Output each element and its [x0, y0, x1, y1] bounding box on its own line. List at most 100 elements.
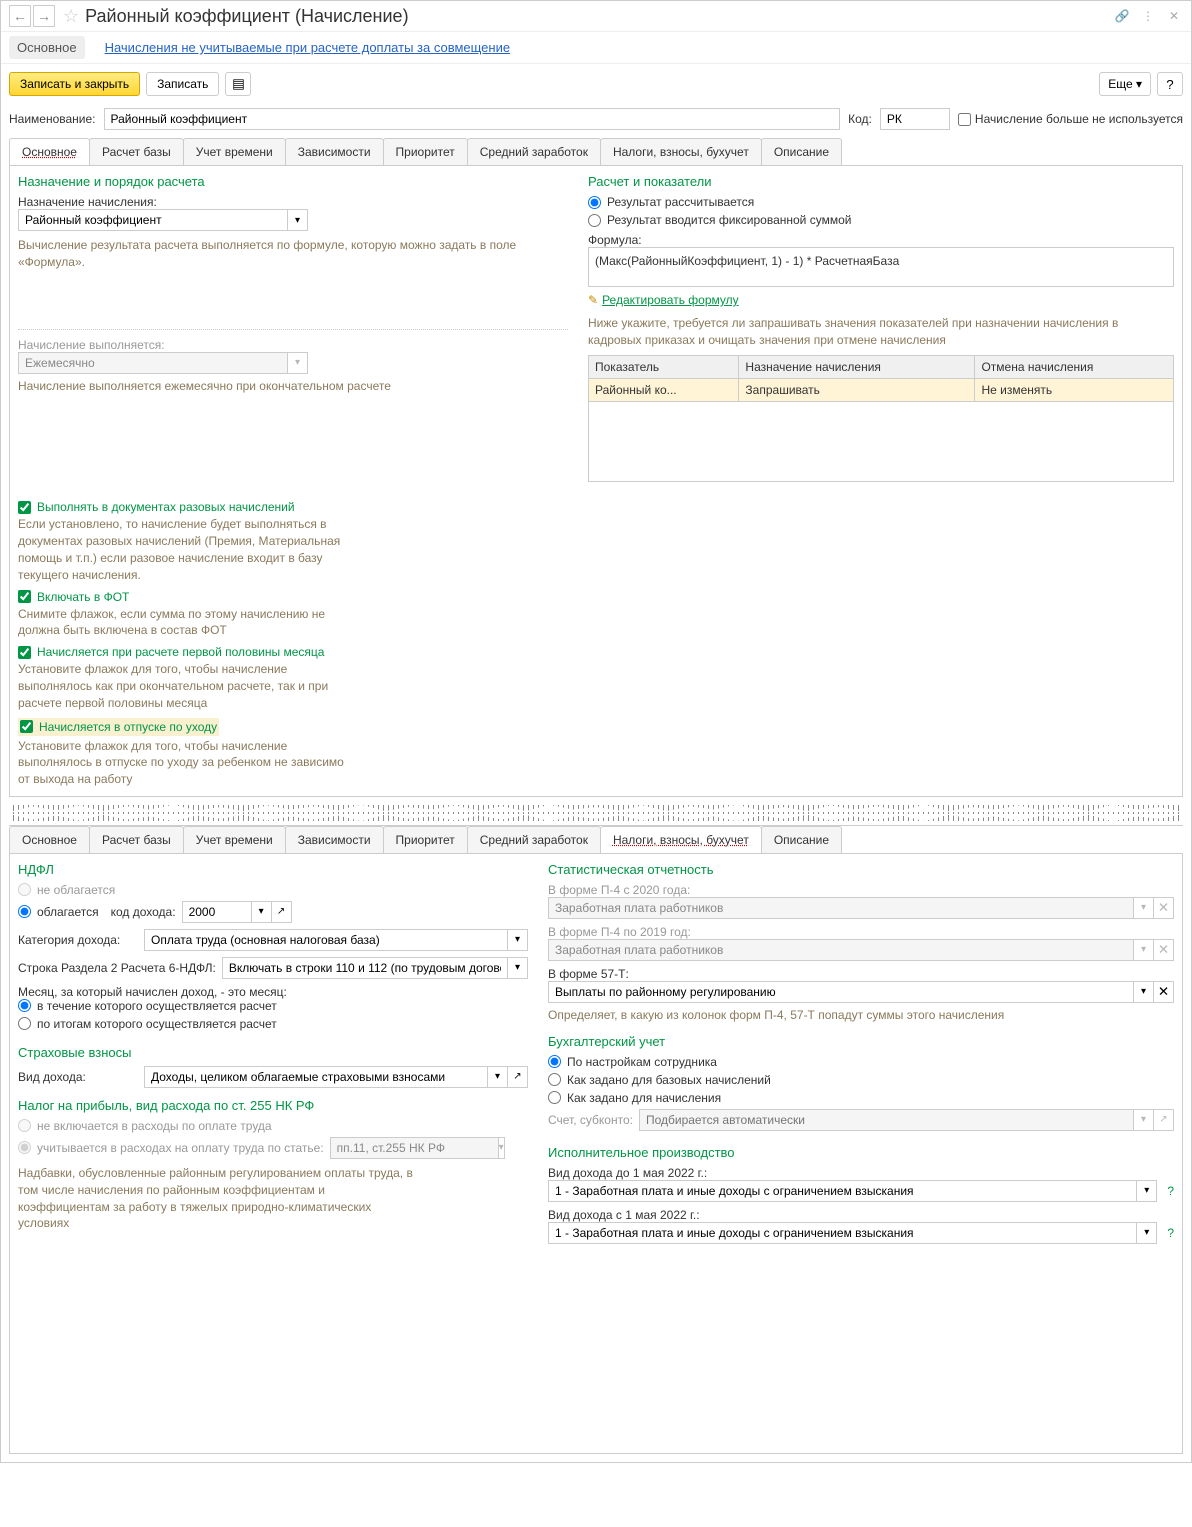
stat-hint: Определяет, в какую из колонок форм П-4,…	[548, 1007, 1174, 1024]
ins-type-select[interactable]	[144, 1066, 488, 1088]
name-input[interactable]	[104, 108, 841, 130]
radio-notax	[18, 883, 31, 896]
nav-excluded[interactable]: Начисления не учитываемые при расчете до…	[97, 36, 519, 59]
code-label2: код дохода:	[111, 905, 176, 919]
cell-assign: Запрашивать	[739, 378, 975, 401]
radio-acct-emp-label: По настройкам сотрудника	[567, 1055, 717, 1069]
not-used-checkbox[interactable]	[958, 113, 971, 126]
radio-profit-excl-label: не включается в расходы по оплате труда	[37, 1119, 272, 1133]
tab2-time[interactable]: Учет времени	[183, 826, 286, 853]
line-select[interactable]	[222, 957, 508, 979]
p4-2020-clear: ✕	[1154, 897, 1174, 919]
cat-label: Категория дохода:	[18, 933, 138, 947]
ndfl-code-open[interactable]: ↗	[272, 901, 292, 923]
radio-taxed[interactable]	[18, 905, 31, 918]
exec-after-dropdown[interactable]: ▾	[1137, 1222, 1157, 1244]
radio-fixed[interactable]	[588, 214, 601, 227]
exec-before-help[interactable]: ?	[1167, 1184, 1174, 1198]
line-dropdown[interactable]: ▾	[508, 957, 528, 979]
chk-firsthalf[interactable]	[18, 646, 31, 659]
radio-profit-excl	[18, 1119, 31, 1132]
chk-fot[interactable]	[18, 590, 31, 603]
cat-select[interactable]	[144, 929, 508, 951]
tab-desc[interactable]: Описание	[761, 138, 842, 165]
code-input[interactable]	[880, 108, 950, 130]
cell-cancel: Не изменять	[975, 378, 1174, 401]
chk3-hint: Установите флажок для того, чтобы начисл…	[18, 661, 358, 711]
f57t-dropdown[interactable]: ▾	[1134, 981, 1154, 1003]
insurance-title: Страховые взносы	[18, 1045, 528, 1060]
exec-label: Начисление выполняется:	[18, 338, 568, 352]
tab2-base[interactable]: Расчет базы	[89, 826, 184, 853]
edit-formula-link[interactable]: Редактировать формулу	[602, 293, 739, 307]
tab2-main[interactable]: Основное	[9, 826, 90, 853]
exec-before-select[interactable]	[548, 1180, 1137, 1202]
radio-month-after-label: по итогам которого осуществляется расчет	[37, 1017, 277, 1031]
forward-button[interactable]: →	[33, 5, 55, 27]
close-icon[interactable]: ✕	[1165, 7, 1183, 25]
back-button[interactable]: ←	[9, 5, 31, 27]
tab2-priority[interactable]: Приоритет	[383, 826, 468, 853]
radio-month-after[interactable]	[18, 1017, 31, 1030]
tab-time[interactable]: Учет времени	[183, 138, 286, 165]
p4-2019-dropdown: ▾	[1134, 939, 1154, 961]
ins-type-open[interactable]: ↗	[508, 1066, 528, 1088]
radio-acct-base[interactable]	[548, 1073, 561, 1086]
p4-2019-clear: ✕	[1154, 939, 1174, 961]
chk1-hint: Если установлено, то начисление будет вы…	[18, 516, 358, 583]
radio-acct-this[interactable]	[548, 1091, 561, 1104]
favorite-icon[interactable]: ☆	[63, 6, 79, 27]
radio-taxed-label: облагается	[37, 905, 99, 919]
chk-oneoff[interactable]	[18, 501, 31, 514]
link-icon[interactable]: 🔗	[1113, 7, 1131, 25]
f57t-clear[interactable]: ✕	[1154, 981, 1174, 1003]
tab-deps[interactable]: Зависимости	[285, 138, 384, 165]
radio-calculated[interactable]	[588, 196, 601, 209]
tab-main[interactable]: Основное	[9, 138, 90, 165]
menu-icon[interactable]: ⋮	[1139, 7, 1157, 25]
help-button[interactable]: ?	[1157, 72, 1183, 96]
table-row[interactable]: Районный ко... Запрашивать Не изменять	[589, 378, 1174, 401]
exec-after-help[interactable]: ?	[1167, 1226, 1174, 1240]
radio-acct-emp[interactable]	[548, 1055, 561, 1068]
profit-dropdown: ▾	[499, 1137, 505, 1159]
chk2-hint: Снимите флажок, если сумма по этому начи…	[18, 606, 358, 640]
ndfl-code-input[interactable]	[182, 901, 252, 923]
ndfl-code-dropdown[interactable]: ▾	[252, 901, 272, 923]
tab-avg[interactable]: Средний заработок	[467, 138, 601, 165]
tab2-desc[interactable]: Описание	[761, 826, 842, 853]
tab2-avg[interactable]: Средний заработок	[467, 826, 601, 853]
more-button[interactable]: Еще ▾	[1099, 72, 1151, 96]
exec-hint: Начисление выполняется ежемесячно при ок…	[18, 378, 568, 395]
exec-after-select[interactable]	[548, 1222, 1137, 1244]
radio-profit-incl	[18, 1141, 31, 1154]
save-close-button[interactable]: Записать и закрыть	[9, 72, 140, 96]
ins-type-dropdown[interactable]: ▾	[488, 1066, 508, 1088]
radio-month-during[interactable]	[18, 999, 31, 1012]
th-indicator: Показатель	[589, 355, 739, 378]
tab2-tax[interactable]: Налоги, взносы, бухучет	[600, 826, 762, 853]
assign-select[interactable]	[18, 209, 288, 231]
tab-priority[interactable]: Приоритет	[383, 138, 468, 165]
p4-2020-select	[548, 897, 1134, 919]
page-title: Районный коэффициент (Начисление)	[85, 6, 1113, 27]
ins-type-label: Вид дохода:	[18, 1070, 138, 1084]
line-label: Строка Раздела 2 Расчета 6-НДФЛ:	[18, 961, 216, 975]
nav-main[interactable]: Основное	[9, 36, 85, 59]
exec-before-dropdown[interactable]: ▾	[1137, 1180, 1157, 1202]
assign-dropdown-button[interactable]: ▾	[288, 209, 308, 231]
stat-title: Статистическая отчетность	[548, 862, 1174, 877]
indicators-hint: Ниже укажите, требуется ли запрашивать з…	[588, 315, 1174, 349]
tab-tax[interactable]: Налоги, взносы, бухучет	[600, 138, 762, 165]
calc-hint: Вычисление результата расчета выполняетс…	[18, 237, 568, 271]
report-button[interactable]: ▤	[225, 72, 251, 96]
save-button[interactable]: Записать	[146, 72, 219, 96]
acct-sub-select	[639, 1109, 1134, 1131]
cat-dropdown[interactable]: ▾	[508, 929, 528, 951]
tab2-deps[interactable]: Зависимости	[285, 826, 384, 853]
exec-before-label: Вид дохода до 1 мая 2022 г.:	[548, 1166, 1174, 1180]
f57t-select[interactable]	[548, 981, 1134, 1003]
tab-base[interactable]: Расчет базы	[89, 138, 184, 165]
chk-leave[interactable]	[20, 720, 33, 733]
exec-proc-title: Исполнительное производство	[548, 1145, 1174, 1160]
